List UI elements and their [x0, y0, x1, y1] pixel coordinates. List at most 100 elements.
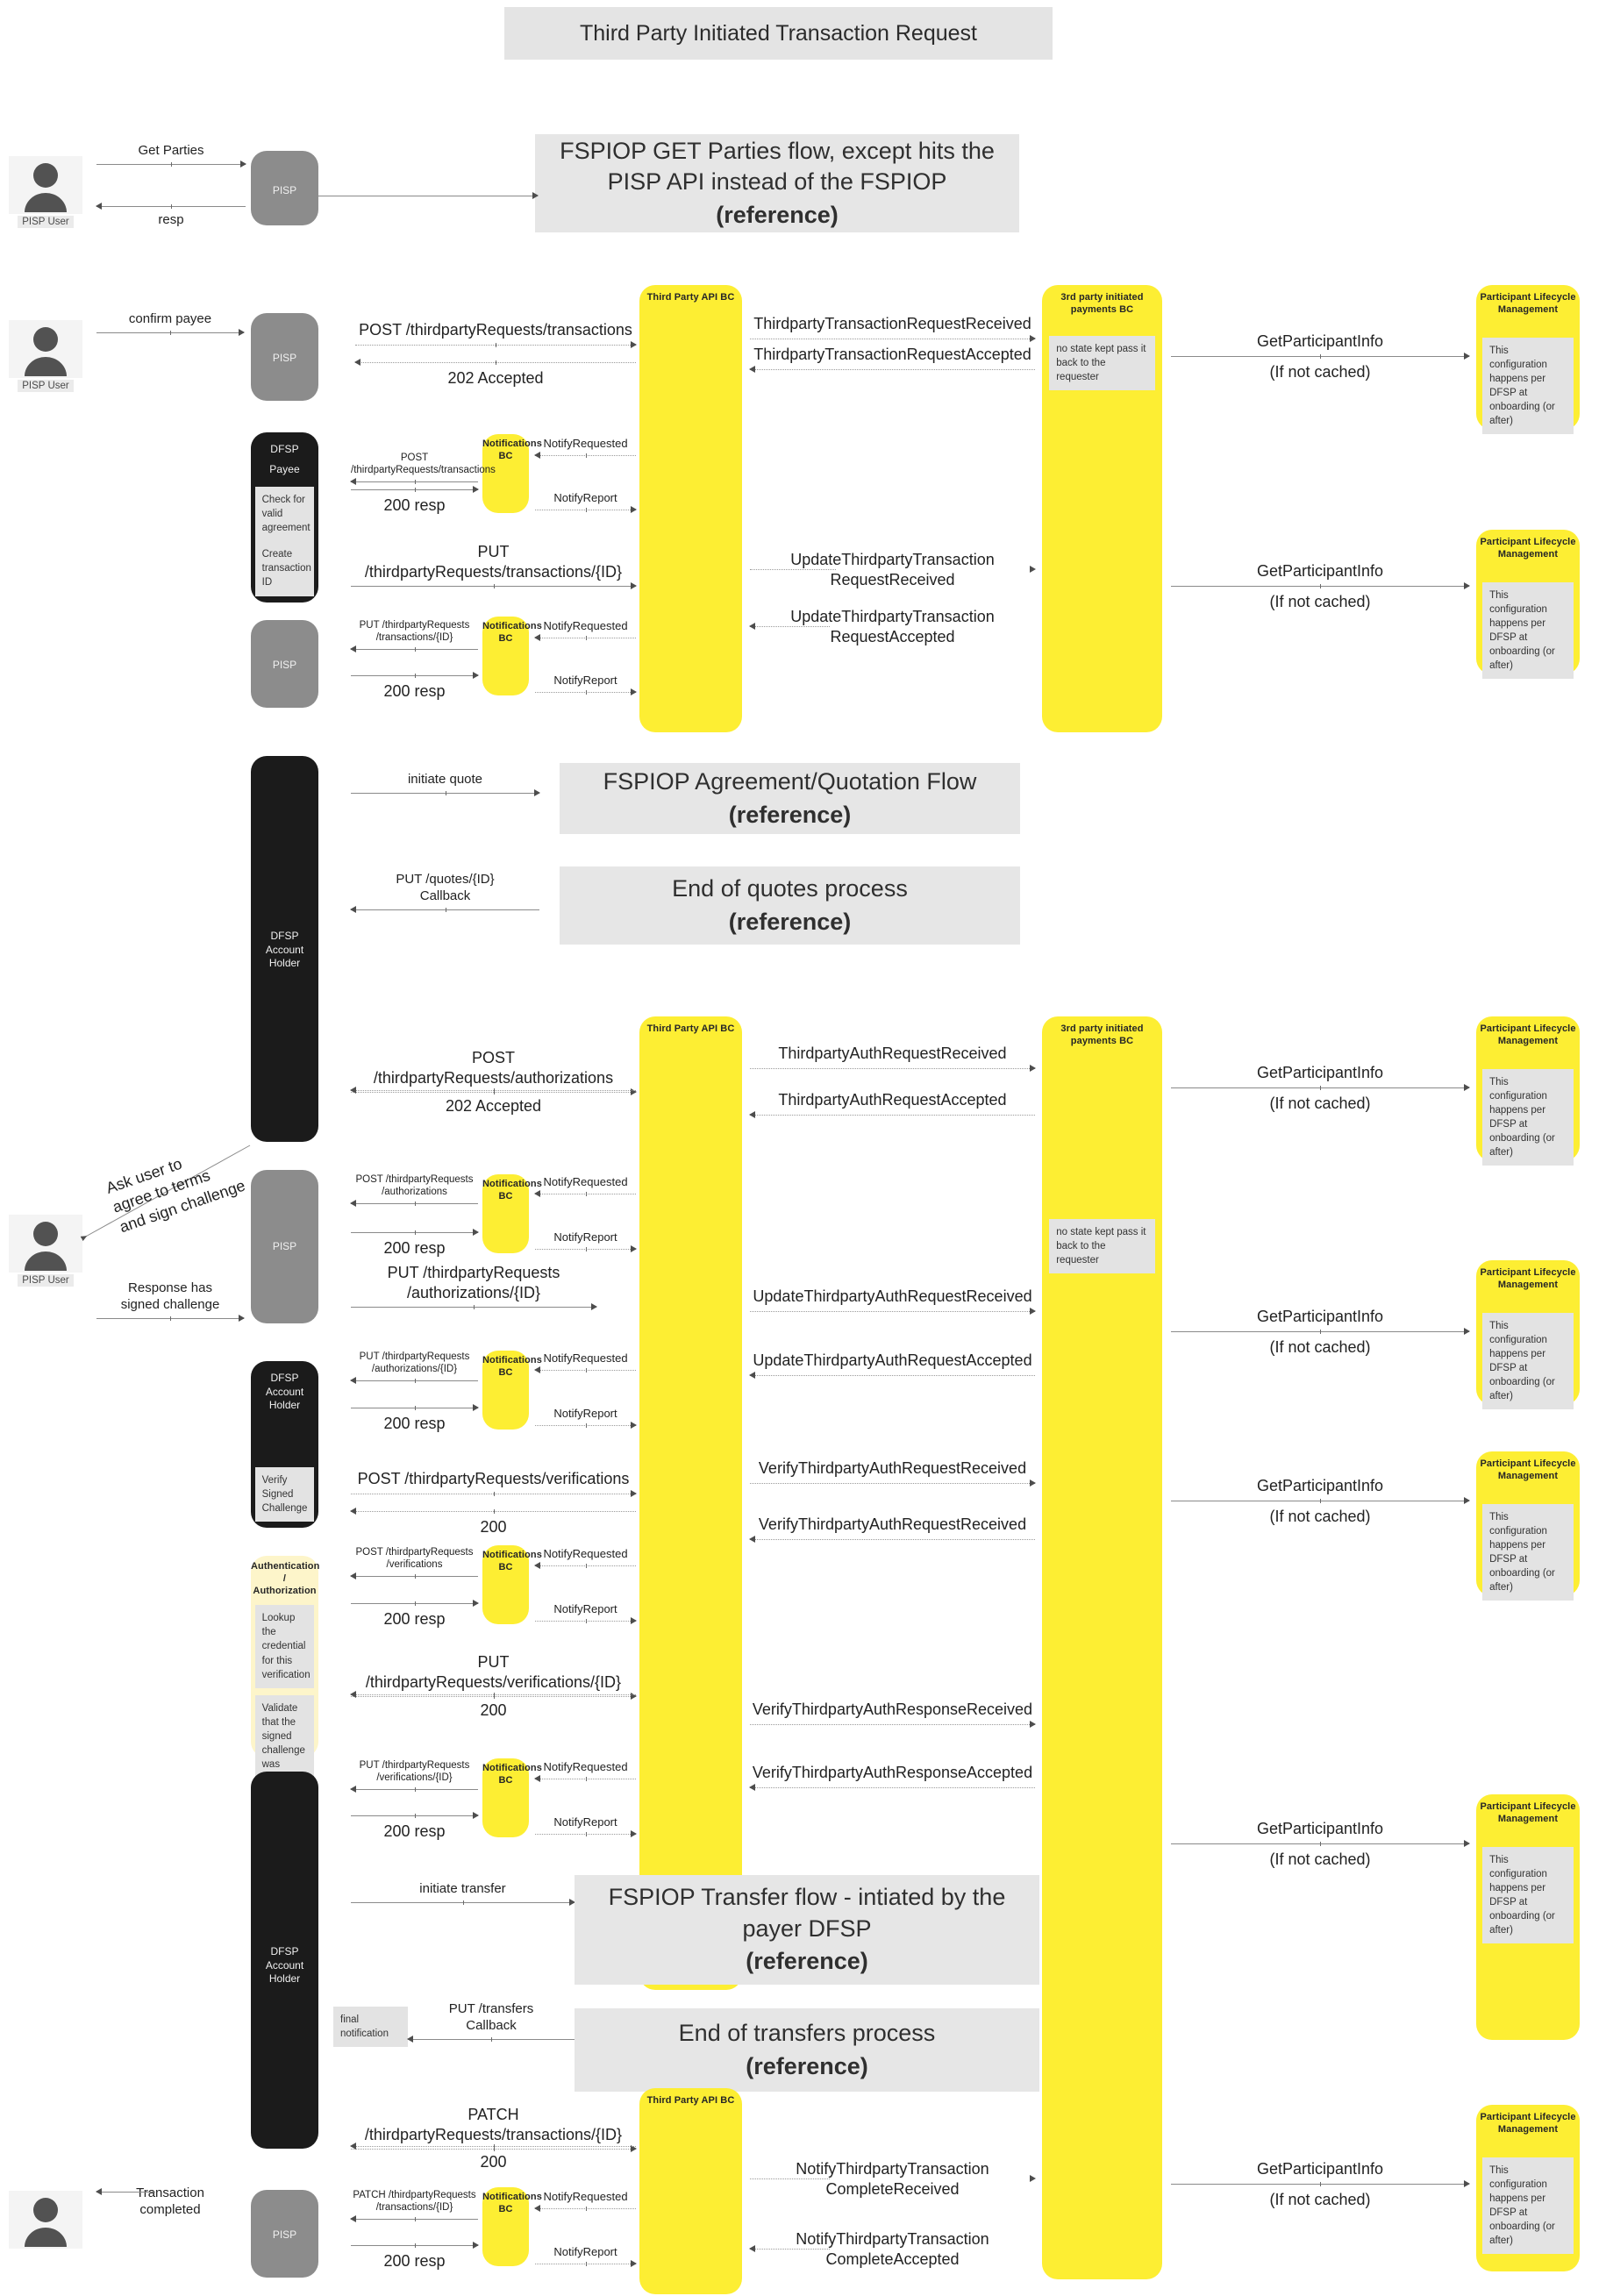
lane-title: Authentication / Authorization: [251, 1561, 320, 1596]
arrow: [750, 1720, 1036, 1729]
lane-notifications-bc-5: Notifications BC: [482, 1545, 542, 1624]
lane-pisp-3: PISP: [251, 620, 318, 708]
message-get-parties: Get Parties: [96, 143, 246, 169]
message-notify-report-1: NotifyReport: [535, 491, 637, 515]
lane-participant-lifecycle-1: Participant Lifecycle Management This co…: [1476, 285, 1580, 435]
message-label: GetParticipantInfo: [1256, 1820, 1384, 1837]
lane-pisp-4: PISP: [251, 1170, 318, 1323]
message-200-resp-7: 200 resp: [351, 2241, 479, 2271]
arrow: [1171, 1327, 1470, 1337]
message-label: NotifyRequested: [543, 1547, 628, 1560]
arrow: [535, 1244, 637, 1254]
arrow: [750, 1479, 1036, 1488]
message-verify-tp-auth-resp-accepted: VerifyThirdpartyAuthResponseAccepted: [749, 1763, 1035, 1793]
message-label: 200 resp: [383, 2252, 446, 2270]
message-label: POST /thirdpartyRequests/transactions: [351, 453, 496, 476]
message-label: NotifyRequested: [543, 619, 628, 632]
message-initiate-quote: initiate quote: [351, 772, 540, 798]
lane-title: Notifications BC: [482, 1355, 542, 1378]
message-confirm-payee: confirm payee: [96, 311, 245, 338]
message-label: NotifyReport: [553, 1602, 617, 1615]
note-plm-config: This configuration happens per DFSP at o…: [1482, 337, 1574, 435]
lane-dfsp-account-holder-1: DFSP Account Holder: [251, 756, 318, 1142]
message-label: 202 Accepted: [445, 1097, 542, 1115]
lane-title: DFSP: [270, 443, 299, 455]
message-notify-tptc-received: NotifyThirdpartyTransaction CompleteRece…: [750, 2159, 1036, 2198]
message-label: NotifyReport: [553, 674, 617, 687]
lane-title: Notifications BC: [482, 1763, 542, 1786]
message-put-transactions-id-wrap: PUT /thirdpartyRequests /transactions/{I…: [350, 619, 478, 654]
message-label: ThirdpartyTransactionRequestAccepted: [753, 346, 1031, 363]
lane-label-line2: Account Holder: [265, 1385, 304, 1412]
lane-third-party-payments-bc-1: 3rd party initiated payments BC no state…: [1042, 285, 1162, 732]
arrow: [96, 328, 245, 338]
message-label: 200: [480, 1518, 507, 1536]
message-label: confirm payee: [128, 311, 212, 326]
lane-title: Third Party API BC: [646, 1023, 735, 1034]
arrow: [350, 645, 478, 654]
message-put-authorizations-id: PUT /thirdpartyRequests /authorizations/…: [351, 1263, 597, 1312]
message-label: NotifyRequested: [543, 2190, 628, 2203]
message-resp: resp: [96, 202, 246, 229]
message-sublabel: (If not cached): [1269, 362, 1371, 381]
lane-participant-lifecycle-4: Participant Lifecycle Management This co…: [1476, 1260, 1580, 1410]
message-label: ThirdpartyAuthRequestAccepted: [778, 1091, 1007, 1109]
arrow: [96, 160, 246, 169]
message-get-participant-info-7: GetParticipantInfo (If not cached): [1171, 2159, 1470, 2209]
arrow: [351, 1302, 597, 1312]
arrow: [350, 1690, 636, 1700]
arrow: [534, 1774, 636, 1784]
message-get-participant-info-3: GetParticipantInfo (If not cached): [1171, 1063, 1470, 1113]
reference-end-quotes: End of quotes process (reference): [560, 866, 1020, 945]
lane-label: PISP: [272, 184, 297, 196]
arrow: [350, 1785, 478, 1794]
message-sublabel: (If not cached): [1269, 592, 1371, 610]
arrow: [351, 788, 540, 798]
arrow: [1171, 581, 1470, 591]
arrow: [749, 1371, 1035, 1380]
arrow: [749, 365, 1035, 374]
message-response-signed: Response has signed challenge: [96, 1280, 245, 1323]
arrow: [351, 1228, 479, 1237]
arrow: [1171, 1083, 1470, 1093]
message-label: PUT /thirdpartyRequests/verifications/{I…: [365, 1653, 622, 1691]
lane-title: Participant Lifecycle Management: [1480, 1801, 1576, 1824]
message-notify-tptc-accepted: NotifyThirdpartyTransaction CompleteAcce…: [749, 2229, 1035, 2268]
lane-dfsp-account-holder-3: DFSP Account Holder: [251, 1772, 318, 2149]
arrow: [407, 2035, 575, 2044]
message-post-authorizations-wrap: POST /thirdpartyRequests /authorizations: [350, 1173, 478, 1209]
message-202-accepted: 202 Accepted: [354, 358, 636, 389]
arrow: [534, 1365, 636, 1375]
message-notify-requested-3: NotifyRequested: [534, 1175, 636, 1199]
message-notify-requested-4: NotifyRequested: [534, 1351, 636, 1375]
reference-badge: (reference): [746, 1948, 868, 1975]
reference-badge: (reference): [716, 201, 839, 228]
person-icon: [9, 320, 82, 378]
message-sublabel: (If not cached): [1269, 1337, 1371, 1356]
message-post-verifications-wrap: POST /thirdpartyRequests /verifications: [350, 1546, 478, 1581]
lane-participant-lifecycle-6: Participant Lifecycle Management This co…: [1476, 1794, 1580, 2040]
message-label: GetParticipantInfo: [1256, 332, 1384, 350]
message-label: 200 resp: [383, 1415, 446, 1432]
message-notify-report-6: NotifyReport: [535, 1815, 637, 1839]
arrow: [749, 622, 1035, 631]
message-200-patch: 200: [350, 2142, 636, 2172]
arrow: [96, 202, 246, 211]
note-lookup-credential: Lookup the credential for this verificat…: [254, 1605, 315, 1688]
arrow: [535, 505, 637, 515]
message-label: VerifyThirdpartyAuthResponseAccepted: [752, 1764, 1033, 1781]
lane-label: PISP: [272, 2228, 297, 2241]
lane-title: Notifications BC: [482, 2192, 542, 2214]
message-label: 202 Accepted: [447, 369, 544, 387]
arrow: [351, 1599, 479, 1608]
message-label: Get Parties: [138, 143, 204, 158]
lane-dfsp-account-holder-2: DFSP Account Holder Verify Signed Challe…: [251, 1361, 318, 1528]
message-label: PATCH /thirdpartyRequests/transactions/{…: [364, 2106, 623, 2143]
message-label: UpdateThirdpartyAuthRequestReceived: [753, 1287, 1032, 1305]
message-label: NotifyReport: [553, 491, 617, 504]
actor-pisp-user-1: PISP User: [9, 156, 82, 228]
arrow: [749, 1110, 1035, 1120]
arrow: [350, 1086, 636, 1095]
note-verify-signed-challenge: Verify Signed Challenge: [254, 1466, 315, 1522]
message-get-participant-info-6: GetParticipantInfo (If not cached): [1171, 1819, 1470, 1869]
